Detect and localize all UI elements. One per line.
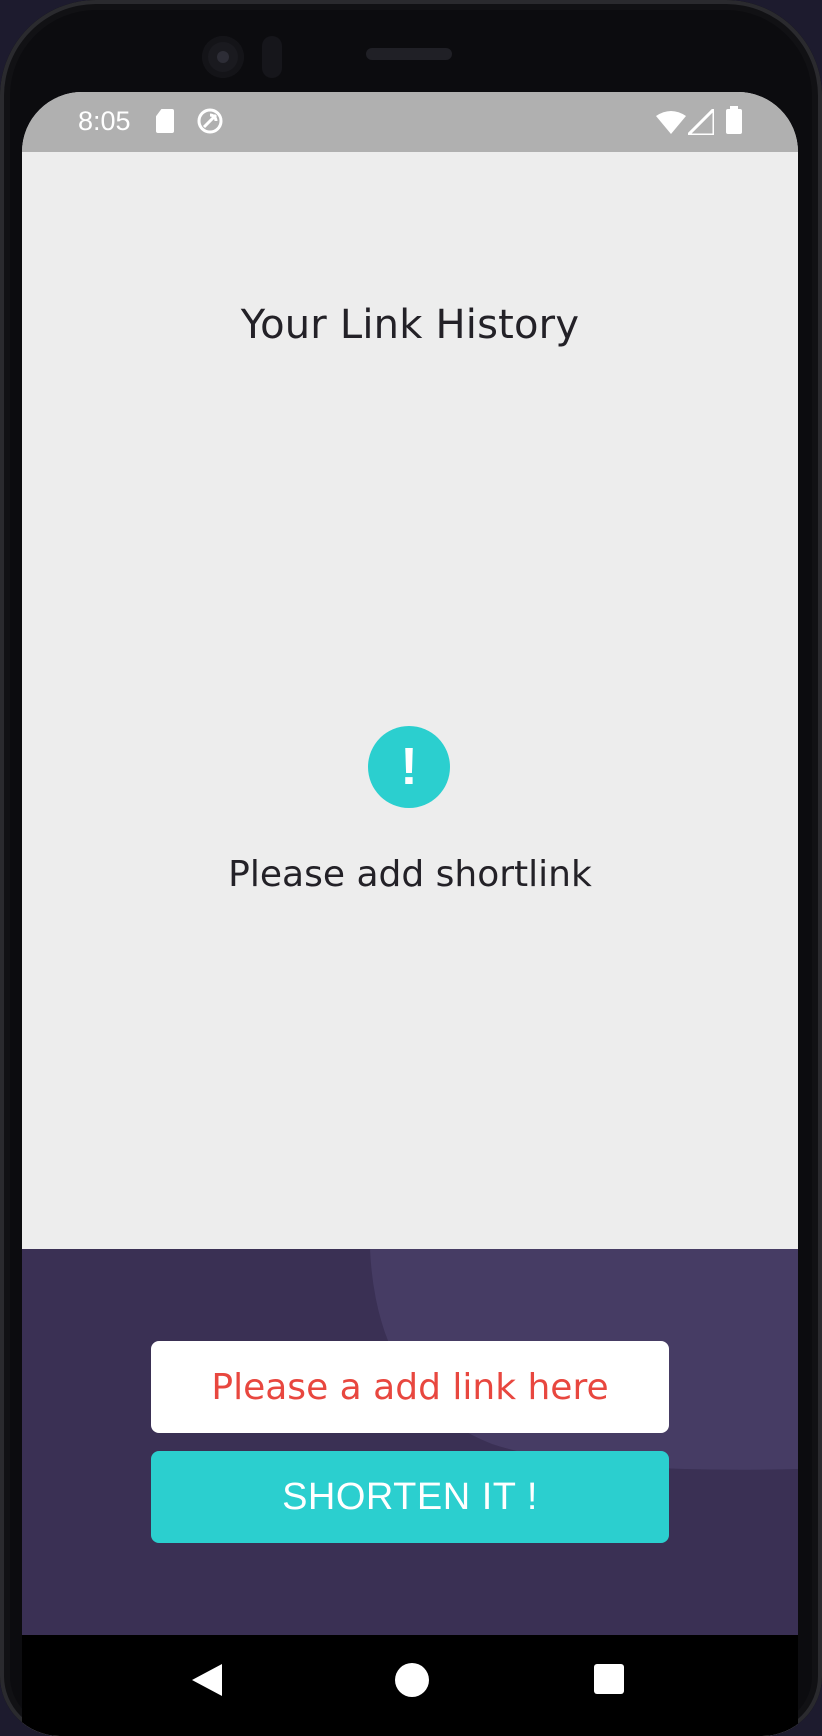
page-title: Your Link History: [240, 302, 580, 348]
sync-icon: [197, 108, 223, 134]
front-camera: [202, 36, 244, 78]
shorten-form-panel: SHORTEN IT !: [22, 1249, 798, 1635]
wifi-icon: [656, 111, 686, 134]
sd-card-icon: [156, 109, 174, 133]
status-bar: 8:05: [22, 92, 798, 152]
decorative-background-shape: [370, 1249, 798, 1470]
home-icon[interactable]: [395, 1663, 429, 1697]
proximity-sensor: [262, 36, 282, 78]
link-input[interactable]: [151, 1341, 669, 1433]
shorten-button[interactable]: SHORTEN IT !: [151, 1451, 669, 1543]
phone-frame: 8:05 Your Link History ! Please add shor…: [0, 0, 822, 1736]
recents-icon[interactable]: [594, 1664, 624, 1694]
app-screen: 8:05 Your Link History ! Please add shor…: [22, 92, 798, 1736]
back-icon[interactable]: [190, 1663, 224, 1697]
earpiece-speaker: [366, 48, 452, 60]
navigation-bar: [22, 1635, 798, 1736]
status-time: 8:05: [78, 106, 131, 136]
empty-state-message: Please add shortlink: [228, 854, 592, 895]
exclamation-icon: !: [368, 726, 450, 808]
signal-icon: [688, 109, 714, 135]
battery-icon: [726, 106, 742, 134]
